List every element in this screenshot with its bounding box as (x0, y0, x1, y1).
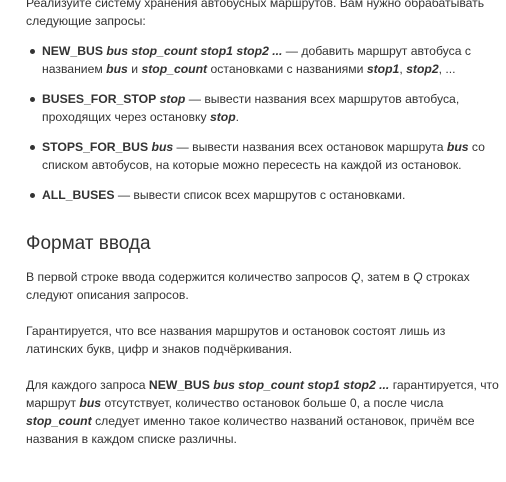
request-text: — вывести названия всех остановок маршру… (173, 140, 447, 154)
request-text: — вывести список всех маршрутов с остано… (114, 188, 406, 202)
request-keyword: ALL_BUSES (42, 188, 115, 202)
bullet-icon (30, 97, 35, 102)
bullet-icon (30, 145, 35, 150)
request-args: bus stop_count stop1 stop2 ... (106, 44, 283, 58)
request-keyword: STOPS_FOR_BUS (42, 140, 149, 154)
request-text: . (235, 110, 240, 124)
request-item-buses-for-stop: BUSES_FOR_STOP stop — вывести названия в… (26, 90, 500, 126)
problem-statement-page: Реализуйте систему хранения автобусных м… (0, 0, 506, 482)
paragraph-text: Гарантируется, что все названия маршруто… (26, 324, 446, 356)
request-text: остановками с названиями (207, 62, 367, 76)
input-format-paragraph-3: Для каждого запроса NEW_BUS bus stop_cou… (26, 376, 500, 448)
request-args: bus (151, 140, 174, 154)
request-text: , ... (438, 62, 456, 76)
request-list: NEW_BUS bus stop_count stop1 stop2 ... —… (26, 42, 500, 204)
request-item-all-buses: ALL_BUSES — вывести список всех маршруто… (26, 186, 500, 204)
request-keyword: BUSES_FOR_STOP (42, 92, 157, 106)
request-arg-bus: bus (79, 396, 102, 410)
variable-q: Q (350, 270, 361, 284)
request-args: stop (159, 92, 186, 106)
paragraph-text: следует именно такое количество названий… (26, 414, 475, 446)
paragraph-text: В первой строке ввода содержится количес… (26, 270, 351, 284)
request-arg-stop-count: stop_count (26, 414, 92, 428)
statement-content: Реализуйте систему хранения автобусных м… (26, 0, 500, 466)
bullet-icon (30, 193, 35, 198)
request-arg-bus: bus (446, 140, 469, 154)
bullet-icon (30, 49, 35, 54)
request-keyword: NEW_BUS (148, 378, 210, 392)
request-args: bus stop_count stop1 stop2 ... (213, 378, 390, 392)
request-keyword: NEW_BUS (42, 44, 103, 58)
input-format-paragraph-2: Гарантируется, что все названия маршруто… (26, 322, 500, 358)
request-text: и (127, 62, 142, 76)
request-arg-stop: stop (209, 110, 236, 124)
request-item-new-bus: NEW_BUS bus stop_count stop1 stop2 ... —… (26, 42, 500, 78)
request-arg-stop-count: stop_count (141, 62, 208, 76)
request-item-stops-for-bus: STOPS_FOR_BUS bus — вывести названия все… (26, 138, 500, 174)
input-format-paragraph-1: В первой строке ввода содержится количес… (26, 268, 500, 304)
input-format-heading: Формат ввода (26, 233, 151, 254)
variable-q: Q (413, 270, 423, 284)
request-arg-bus: bus (106, 62, 128, 76)
paragraph-text: , затем в (360, 270, 414, 284)
intro-text: Реализуйте систему хранения автобусных м… (26, 0, 485, 28)
paragraph-text: Для каждого запроса (26, 378, 149, 392)
intro-paragraph: Реализуйте систему хранения автобусных м… (26, 0, 500, 30)
paragraph-text: отсутствует, количество остановок больше… (101, 396, 444, 410)
request-arg-stop1: stop1 (366, 62, 400, 76)
request-arg-stop2: stop2 (406, 62, 439, 76)
